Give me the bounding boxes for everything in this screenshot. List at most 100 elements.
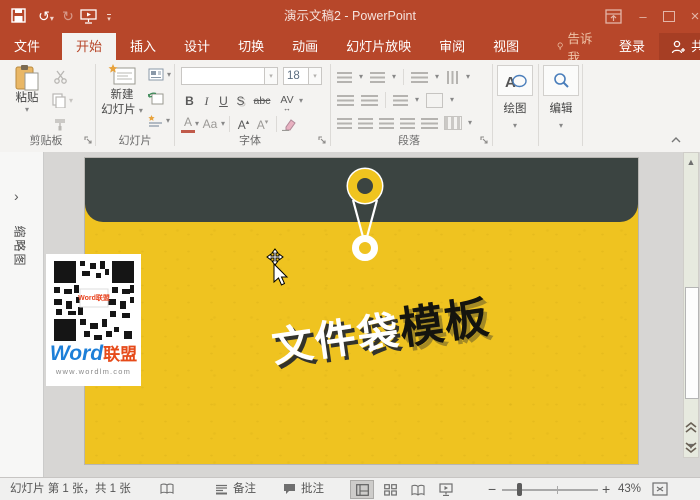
notes-button[interactable]: 备注: [215, 478, 256, 500]
scroll-up-button[interactable]: ▲: [684, 157, 698, 167]
align-right-icon[interactable]: [379, 118, 394, 129]
tab-file[interactable]: 文件: [0, 33, 54, 60]
envelope-ring-bottom[interactable]: [352, 235, 378, 261]
font-name-caret-icon[interactable]: ▾: [265, 67, 278, 85]
clipboard-dialog-launcher[interactable]: [84, 136, 94, 146]
align-center-icon[interactable]: [358, 118, 373, 129]
copy-button[interactable]: ▾: [52, 93, 73, 108]
format-painter-icon: [53, 117, 67, 131]
columns-icon[interactable]: [393, 95, 408, 106]
thumbnail-pane-collapsed[interactable]: › 缩略图: [0, 152, 44, 477]
sign-in-button[interactable]: 登录: [605, 33, 659, 60]
proofing-button[interactable]: [160, 483, 174, 500]
editing-button[interactable]: 编辑 ▾: [542, 65, 580, 130]
reading-view-button[interactable]: [406, 480, 430, 499]
shrink-font-button[interactable]: A▾: [253, 113, 272, 135]
numbering-icon[interactable]: [370, 72, 385, 83]
close-button[interactable]: ×: [682, 0, 700, 33]
zoom-percentage[interactable]: 43%: [618, 478, 641, 500]
tell-me-box[interactable]: 告诉我...: [547, 33, 605, 60]
italic-button[interactable]: I: [198, 91, 215, 111]
slide-sorter-view-button[interactable]: [378, 480, 402, 499]
tab-insert[interactable]: 插入: [116, 33, 170, 60]
change-case-caret-icon[interactable]: ▾: [221, 120, 225, 128]
fit-to-window-button[interactable]: [652, 482, 668, 496]
normal-view-button[interactable]: [350, 480, 374, 499]
tab-home[interactable]: 开始: [62, 33, 116, 60]
zoom-out-button[interactable]: −: [488, 478, 496, 500]
paste-button[interactable]: 粘贴 ▾: [8, 64, 46, 114]
change-case-button[interactable]: Aa: [199, 114, 221, 134]
drawing-button[interactable]: A 绘图 ▾: [496, 65, 534, 130]
bold-button[interactable]: B: [181, 91, 198, 111]
expand-pane-chevron-icon[interactable]: ›: [14, 188, 19, 204]
maximize-button[interactable]: [656, 0, 682, 33]
comments-button[interactable]: 批注: [283, 478, 324, 500]
strikethrough-button[interactable]: abc: [249, 91, 275, 111]
copy-icon: [52, 93, 66, 108]
columns-caret-icon[interactable]: ▾: [415, 96, 419, 104]
collapse-ribbon-button[interactable]: [670, 136, 682, 144]
underline-button[interactable]: U: [215, 91, 232, 111]
justify-icon[interactable]: [400, 118, 415, 129]
distribute-icon[interactable]: [421, 118, 438, 129]
layout-button[interactable]: ▾: [148, 68, 171, 81]
font-size-combo[interactable]: ▾: [283, 67, 322, 85]
ribbon-display-options-button[interactable]: [600, 0, 626, 33]
next-slide-button[interactable]: [685, 442, 697, 453]
comments-label: 批注: [301, 478, 324, 500]
format-painter-button[interactable]: [53, 117, 67, 131]
font-name-input[interactable]: [181, 67, 265, 85]
bullets-icon[interactable]: [337, 72, 352, 83]
normal-view-icon: [356, 484, 369, 496]
align-left-icon[interactable]: [337, 118, 352, 129]
editing-label: 编辑: [542, 102, 580, 117]
align-text-icon[interactable]: [426, 93, 443, 108]
slide-number-status[interactable]: 幻灯片 第 1 张，共 1 张: [10, 478, 131, 500]
font-size-caret-icon[interactable]: ▾: [309, 67, 322, 85]
vertical-scrollbar[interactable]: ▲ ▼: [683, 152, 699, 458]
slide[interactable]: 文件袋模板: [85, 158, 638, 464]
tab-view[interactable]: 视图: [479, 33, 533, 60]
bullets-caret-icon[interactable]: ▾: [359, 73, 363, 81]
section-button[interactable]: ▾: [148, 114, 170, 128]
grow-font-button[interactable]: A▴: [234, 113, 253, 135]
previous-slide-button[interactable]: [685, 422, 697, 433]
line-spacing-caret-icon[interactable]: ▾: [435, 73, 439, 81]
increase-indent-icon[interactable]: [361, 95, 378, 106]
text-direction-icon[interactable]: [447, 71, 458, 84]
reset-slide-button[interactable]: [148, 91, 164, 105]
font-name-combo[interactable]: ▾: [181, 67, 278, 85]
tab-transitions[interactable]: 切换: [224, 33, 278, 60]
smartart-caret-icon[interactable]: ▾: [468, 119, 472, 127]
zoom-in-button[interactable]: +: [602, 478, 610, 500]
tab-design[interactable]: 设计: [170, 33, 224, 60]
character-spacing-button[interactable]: AV ↔: [275, 90, 299, 111]
tab-slideshow[interactable]: 幻灯片放映: [332, 33, 425, 60]
new-slide-button[interactable]: 新建 幻灯片 ▾: [99, 64, 145, 118]
share-button[interactable]: 共享: [659, 33, 700, 60]
font-size-input[interactable]: [283, 67, 309, 85]
clear-formatting-button[interactable]: [281, 118, 296, 131]
slides-group-label: 幻灯片: [96, 134, 174, 148]
smartart-convert-icon[interactable]: [444, 116, 462, 130]
scrollbar-thumb[interactable]: [685, 287, 699, 399]
font-dialog-launcher[interactable]: [318, 136, 328, 146]
numbering-caret-icon[interactable]: ▾: [392, 73, 396, 81]
slideshow-view-button[interactable]: [434, 480, 458, 499]
line-spacing-icon[interactable]: [411, 72, 428, 83]
spacing-caret-icon[interactable]: ▾: [299, 97, 303, 105]
cut-button[interactable]: [53, 70, 68, 84]
tab-review[interactable]: 审阅: [425, 33, 479, 60]
decrease-indent-icon[interactable]: [337, 95, 354, 106]
section-caret-icon: ▾: [166, 117, 170, 125]
text-direction-caret-icon[interactable]: ▾: [466, 73, 470, 81]
font-color-button[interactable]: A: [181, 115, 195, 133]
align-text-caret-icon[interactable]: ▾: [450, 96, 454, 104]
envelope-button-top[interactable]: [348, 169, 382, 203]
minimize-button[interactable]: –: [630, 0, 656, 33]
paragraph-dialog-launcher[interactable]: [480, 136, 490, 146]
text-shadow-button[interactable]: S: [232, 91, 249, 111]
tab-animations[interactable]: 动画: [278, 33, 332, 60]
zoom-slider-thumb[interactable]: [517, 483, 522, 496]
